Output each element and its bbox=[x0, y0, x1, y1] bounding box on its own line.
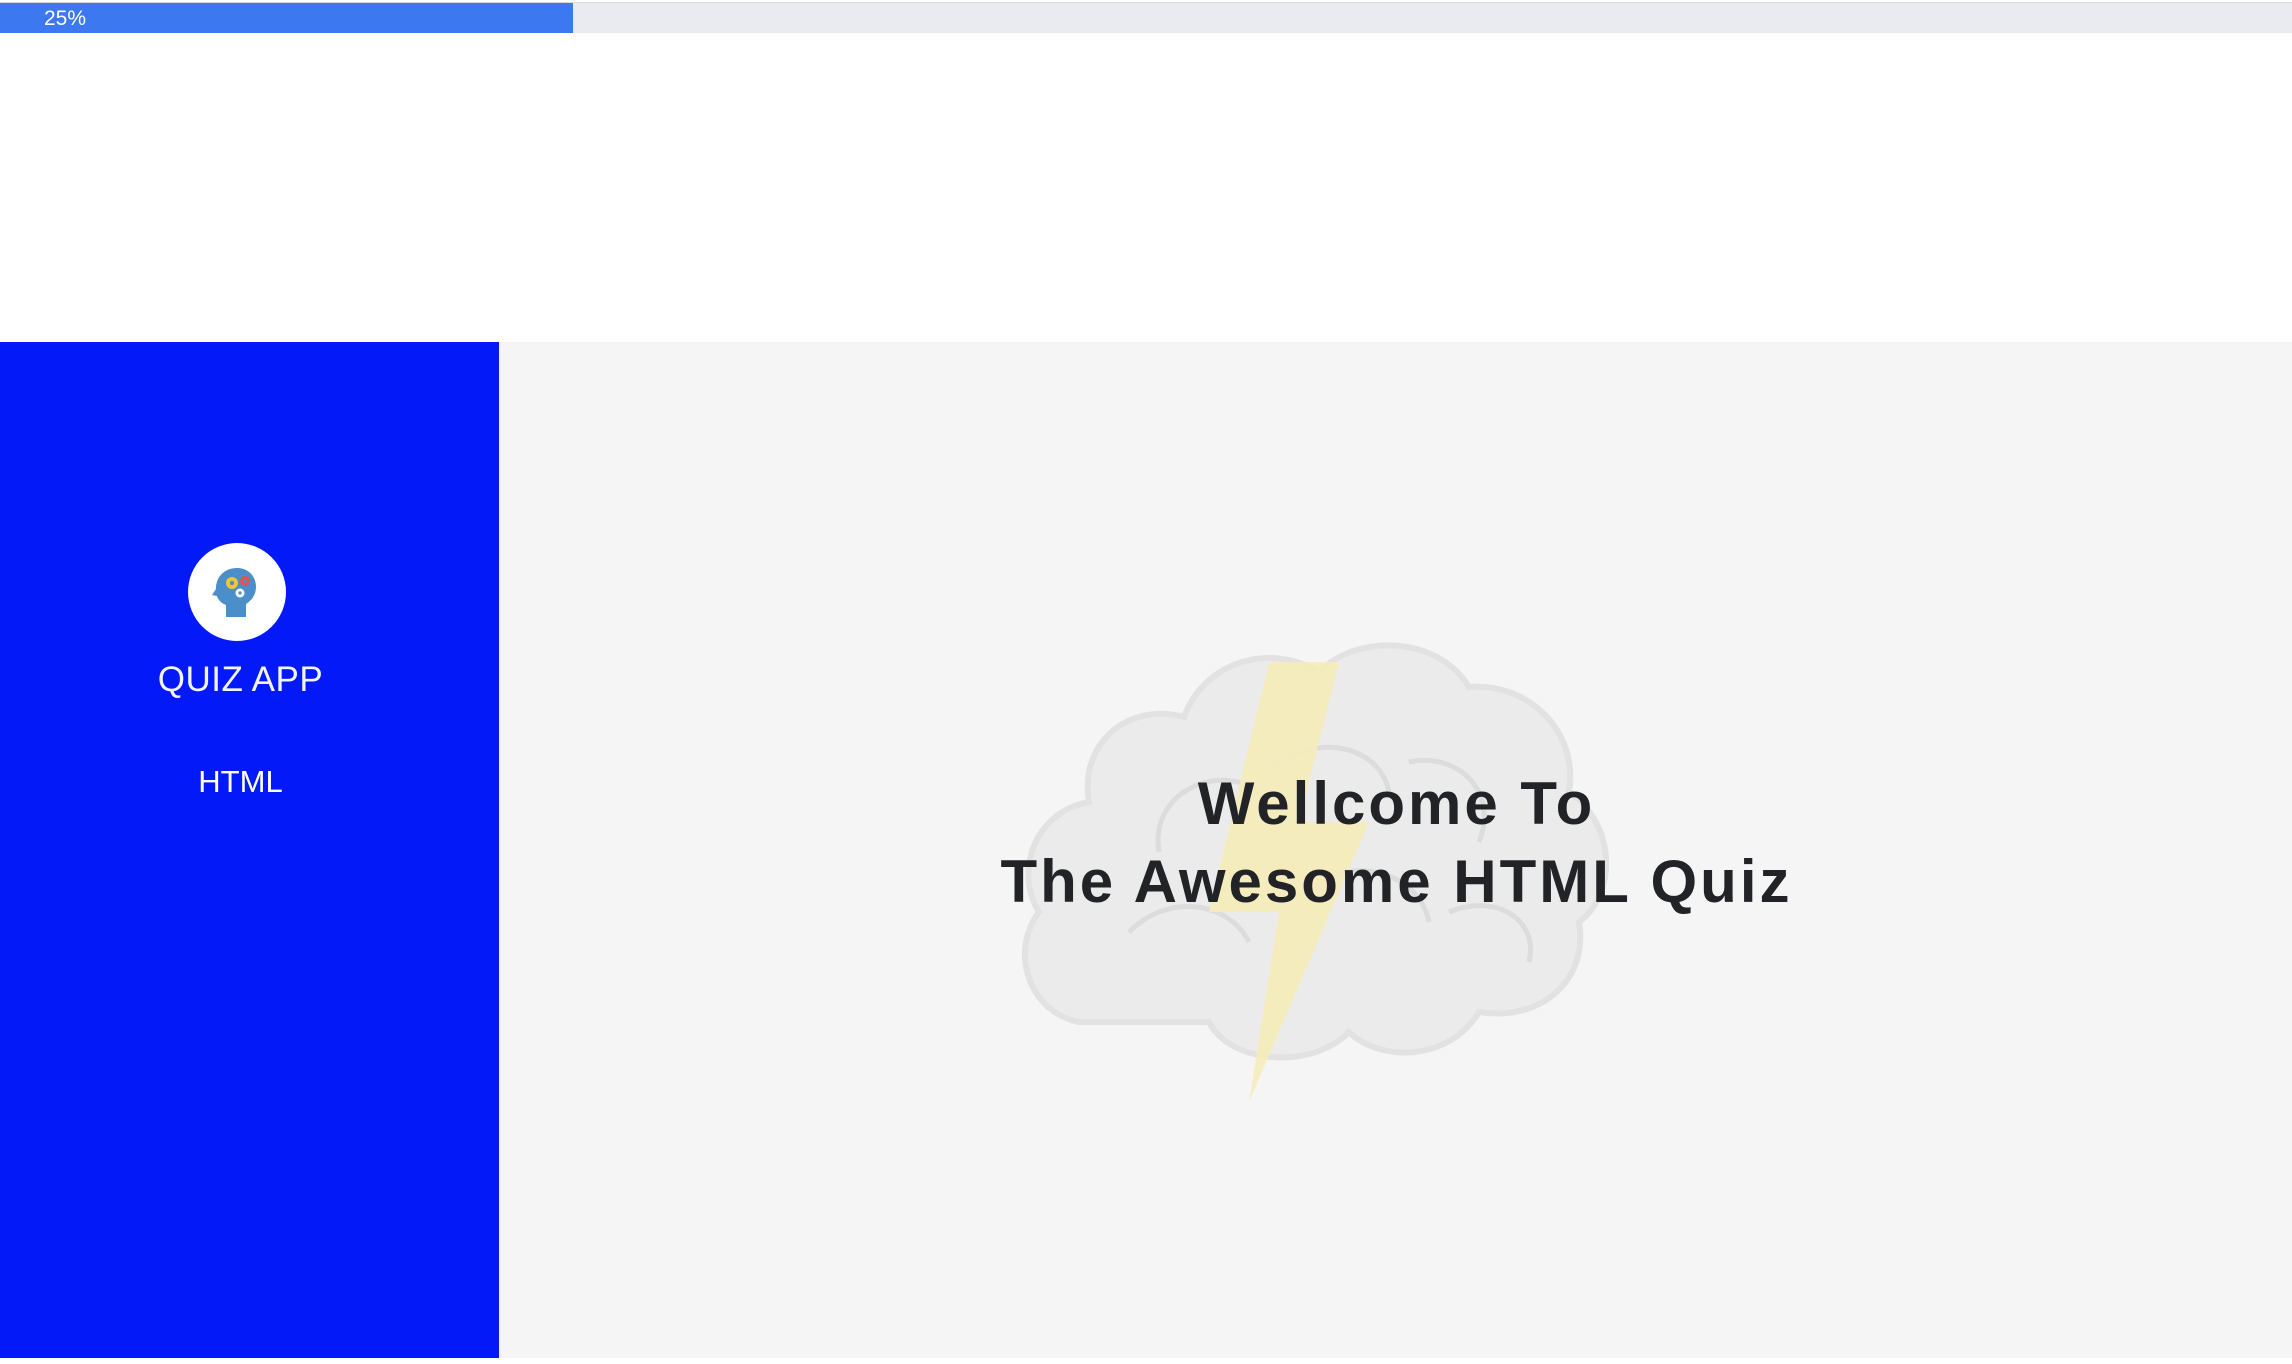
progress-bar: 25% bbox=[0, 2, 2292, 33]
main-content: Wellcome To The Awesome HTML Quiz bbox=[499, 342, 2292, 1358]
app-logo bbox=[188, 543, 286, 641]
welcome-heading: Wellcome To The Awesome HTML Quiz bbox=[499, 765, 2292, 921]
brain-head-icon bbox=[212, 568, 256, 617]
sidebar: QUIZ APP HTML bbox=[0, 342, 499, 1358]
progress-label: 25% bbox=[44, 7, 87, 30]
nav-item-html[interactable]: HTML bbox=[0, 764, 481, 800]
bottom-edge bbox=[0, 1358, 2292, 1364]
welcome-line-2: The Awesome HTML Quiz bbox=[1000, 848, 1793, 915]
app-title: QUIZ APP bbox=[157, 660, 324, 699]
welcome-line-1: Wellcome To bbox=[1197, 770, 1596, 837]
